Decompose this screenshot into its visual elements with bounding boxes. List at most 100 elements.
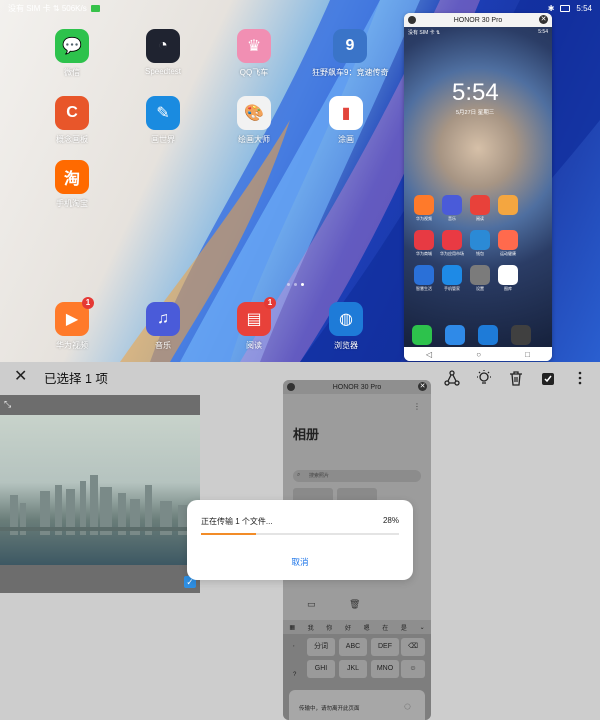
phone-app-12[interactable]: 设置 xyxy=(468,265,492,292)
lightbulb-icon[interactable] xyxy=(476,370,492,386)
phone-call-icon[interactable] xyxy=(412,325,432,345)
mirror-title-bar[interactable]: HONOR 30 Pro ✕ xyxy=(283,380,431,394)
phone-app-icon xyxy=(442,265,462,285)
close-icon[interactable]: ✕ xyxy=(539,15,548,24)
phone-status-right: 5:54 xyxy=(538,29,548,35)
suggestion-word[interactable]: 在 xyxy=(382,623,388,632)
phone-app-9 xyxy=(524,230,548,257)
selected-photo[interactable]: ⤡ ✓ xyxy=(0,395,200,593)
suggestion-word[interactable]: 是 xyxy=(401,623,407,632)
phone-app-icon xyxy=(498,265,518,285)
emoji-key[interactable]: ☺ xyxy=(401,660,425,678)
phone-app-6[interactable]: 华为应用市场 xyxy=(440,230,464,257)
recents-icon[interactable]: □ xyxy=(525,350,530,359)
suggestion-word[interactable]: 我 xyxy=(308,623,314,632)
suggestion-word[interactable]: 好 xyxy=(345,623,351,632)
dock-app-0[interactable]: ▶ 1 华为视频 xyxy=(34,297,110,351)
speedometer-icon: ◔ xyxy=(146,29,180,63)
phone-app-label: 华为应用市场 xyxy=(440,251,464,256)
toast-text: 传输中，请勿离开此页面 xyxy=(299,706,360,712)
phone-app-7[interactable]: 钱包 xyxy=(468,230,492,257)
phone-app-10[interactable]: 智慧生活 xyxy=(412,265,436,292)
punct-key: ? xyxy=(293,672,297,678)
phone-app-8[interactable]: 运动健康 xyxy=(496,230,520,257)
trash-icon[interactable] xyxy=(508,370,524,386)
home-app-3[interactable]: 9 狂野飙车9：竞速传奇 xyxy=(312,29,388,78)
photo-search-input[interactable]: 搜索照片 xyxy=(293,470,421,482)
home-app-8[interactable]: 淘手机淘宝 xyxy=(34,160,110,209)
dock-app-1[interactable]: ♫ 音乐 xyxy=(125,302,201,351)
minimize-icon[interactable] xyxy=(287,383,295,391)
phone-app-5[interactable]: 华为商城 xyxy=(412,230,436,257)
close-icon[interactable]: ✕ xyxy=(14,369,28,385)
phone-app-icon xyxy=(470,195,490,215)
app-label: 涂画 xyxy=(338,135,354,144)
notification-badge: 1 xyxy=(264,297,276,309)
home-icon[interactable]: ○ xyxy=(476,350,481,359)
keyboard-key[interactable]: JKL xyxy=(339,660,367,678)
phone-app-11[interactable]: 手机管家 xyxy=(440,265,464,292)
home-app-2[interactable]: ♛ QQ飞车 xyxy=(216,29,292,78)
phone-app-icon xyxy=(526,265,546,285)
phone-app-label: 钱包 xyxy=(476,251,484,256)
phone-app-icon xyxy=(470,230,490,250)
phone-app-icon xyxy=(414,195,434,215)
phone-lock-screen[interactable]: 没有 SIM 卡 ⇅ 5:54 5:54 5月27日 星期三 华为视频 音乐 阅读华… xyxy=(404,27,552,347)
home-app-6[interactable]: 🎨 绘画大师 xyxy=(216,96,292,145)
phone-date: 5月27日 星期三 xyxy=(456,110,495,116)
mirror-title-bar[interactable]: HONOR 30 Pro ✕ xyxy=(404,13,552,27)
phone-app-label: 阅读 xyxy=(476,216,484,221)
keyboard-hide-icon[interactable]: ⌄ xyxy=(420,624,425,631)
keyboard-key[interactable]: 分词 xyxy=(307,638,335,656)
phone-app-0[interactable]: 华为视频 xyxy=(412,195,436,222)
phone-app-icon xyxy=(414,265,434,285)
suggestion-word[interactable]: 嗯 xyxy=(364,623,370,632)
progress-track xyxy=(201,533,399,535)
back-icon[interactable]: ◁ xyxy=(426,350,432,359)
city-skyline xyxy=(0,475,200,535)
progress-fill xyxy=(201,533,257,535)
select-all-icon[interactable] xyxy=(540,370,556,386)
trash-icon[interactable]: 🗑 xyxy=(349,599,360,610)
home-app-1[interactable]: ◔ Speedtest xyxy=(125,29,201,76)
phone-app-3[interactable] xyxy=(496,195,520,222)
minimize-icon[interactable] xyxy=(408,16,416,24)
camera-icon[interactable] xyxy=(511,325,531,345)
phone-app-2[interactable]: 阅读 xyxy=(468,195,492,222)
expand-icon[interactable]: ⤡ xyxy=(4,399,14,409)
game-qq-speed-icon: ♛ xyxy=(237,29,271,63)
backspace-key[interactable]: ⌫ xyxy=(401,638,425,656)
phone-app-4 xyxy=(524,195,548,222)
share-icon[interactable] xyxy=(444,370,460,386)
phone-app-label: 智慧生活 xyxy=(416,286,432,291)
keyboard-key[interactable]: ABC xyxy=(339,638,367,656)
dock-app-3[interactable]: ◍ 浏览器 xyxy=(308,302,384,351)
brush-icon: ✎ xyxy=(146,96,180,130)
browser-icon[interactable] xyxy=(478,325,498,345)
dock-app-2[interactable]: ▤ 1 阅读 xyxy=(216,297,292,351)
phone-mirror-window[interactable]: HONOR 30 Pro ✕ 没有 SIM 卡 ⇅ 5:54 5:54 5月27… xyxy=(404,13,552,361)
home-app-7[interactable]: ▮ 涂画 xyxy=(308,96,384,145)
messages-icon[interactable] xyxy=(445,325,465,345)
phone-app-1[interactable]: 音乐 xyxy=(440,195,464,222)
phone-nav-bar: ◁ ○ □ xyxy=(404,347,552,361)
keyboard-key[interactable]: MNO xyxy=(371,660,399,678)
game-asphalt-icon: 9 xyxy=(333,29,367,63)
phone-app-label: 华为商城 xyxy=(416,251,432,256)
home-app-0[interactable]: 💬 微信 xyxy=(34,29,110,78)
more-icon[interactable]: ⋮ xyxy=(413,402,421,411)
home-app-4[interactable]: C 概念画板 xyxy=(34,96,110,145)
cancel-button[interactable]: 取消 xyxy=(187,556,413,568)
transfer-progress-dialog: 正在传输 1 个文件... 28% 取消 xyxy=(187,500,413,580)
folder-icon[interactable]: ▭ xyxy=(307,599,316,610)
suggestion-word[interactable]: 你 xyxy=(326,623,332,632)
close-icon[interactable]: ✕ xyxy=(418,382,427,391)
more-icon[interactable] xyxy=(572,370,588,386)
app-label: 画世界 xyxy=(151,135,175,144)
phone-app-13[interactable]: 图库 xyxy=(496,265,520,292)
phone-app-label: 运动健康 xyxy=(500,251,516,256)
keyboard-key[interactable]: GHI xyxy=(307,660,335,678)
keyboard-menu-icon[interactable]: ▦ xyxy=(289,624,295,631)
keyboard-key[interactable]: DEF xyxy=(371,638,399,656)
home-app-5[interactable]: ✎ 画世界 xyxy=(125,96,201,145)
